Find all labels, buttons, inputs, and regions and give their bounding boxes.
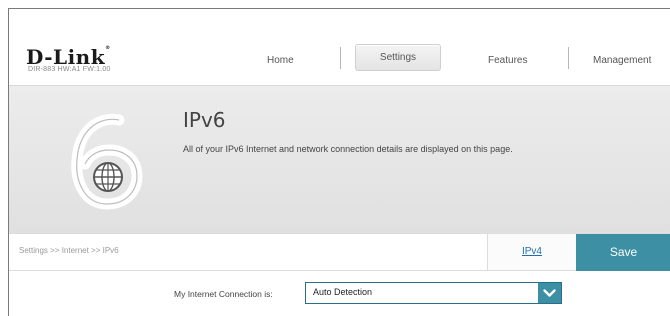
nav-features[interactable]: Features — [488, 55, 527, 66]
ipv6-globe-icon — [71, 113, 143, 210]
breadcrumb-bar: Settings >> Internet >> IPv6 IPv4 Save — [9, 233, 670, 271]
connection-type-value: Auto Detection — [313, 287, 373, 297]
page-description: All of your IPv6 Internet and network co… — [183, 144, 513, 154]
page-banner: IPv6 All of your IPv6 Internet and netwo… — [9, 85, 670, 234]
ipv4-link[interactable]: IPv4 — [487, 234, 577, 270]
save-button[interactable]: Save — [576, 234, 670, 271]
breadcrumb: Settings >> Internet >> IPv6 — [19, 246, 119, 255]
nav-settings[interactable]: Settings — [355, 44, 441, 71]
connection-type-label: My Internet Connection is: — [174, 289, 273, 299]
nav-divider — [568, 47, 569, 69]
chevron-down-icon[interactable] — [538, 283, 561, 303]
connection-type-select[interactable]: Auto Detection — [305, 282, 562, 304]
nav-divider — [340, 47, 341, 69]
model-info: DIR-883 HW:A1 FW:1.00 — [28, 66, 111, 73]
header: D-Link® DIR-883 HW:A1 FW:1.00 Home Setti… — [9, 9, 670, 85]
nav-home[interactable]: Home — [267, 55, 294, 66]
router-admin-window: D-Link® DIR-883 HW:A1 FW:1.00 Home Setti… — [8, 8, 670, 316]
page-title: IPv6 — [183, 108, 226, 132]
nav-management[interactable]: Management — [593, 55, 651, 66]
